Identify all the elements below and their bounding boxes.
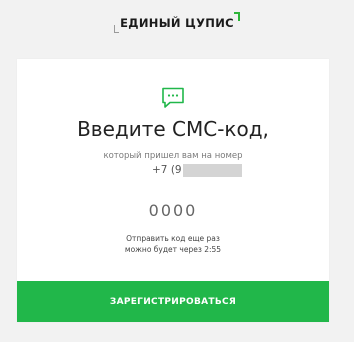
phone-prefix: +7 (9: [152, 164, 182, 176]
logo-corner-gray: [114, 25, 120, 33]
logo-wordmark: ЕДИНЫЙ ЦУПИС: [114, 12, 240, 33]
logo-text: ЕДИНЫЙ ЦУПИС: [120, 16, 234, 30]
phone-hint-text: который пришел вам на номер: [103, 151, 243, 161]
resend-line-2: можно будет через 2:55: [124, 245, 222, 254]
logo-corner-green: [233, 12, 240, 21]
sms-message-icon: [162, 87, 184, 108]
register-button[interactable]: ЗАРЕГИСТРИРОВАТЬСЯ: [17, 281, 329, 322]
page-title: Введите СМС-код,: [77, 117, 269, 141]
sms-code-input[interactable]: [123, 198, 223, 222]
brand-logo: ЕДИНЫЙ ЦУПИС: [0, 12, 354, 33]
phone-redaction-block: [182, 163, 242, 177]
masked-phone-number: +7 (9: [152, 163, 242, 177]
sms-verification-card: Введите СМС-код, который пришел вам на н…: [17, 59, 329, 322]
resend-countdown-text: Отправить код еще раз можно будет через …: [17, 233, 329, 255]
resend-line-1: Отправить код еще раз: [126, 234, 220, 243]
